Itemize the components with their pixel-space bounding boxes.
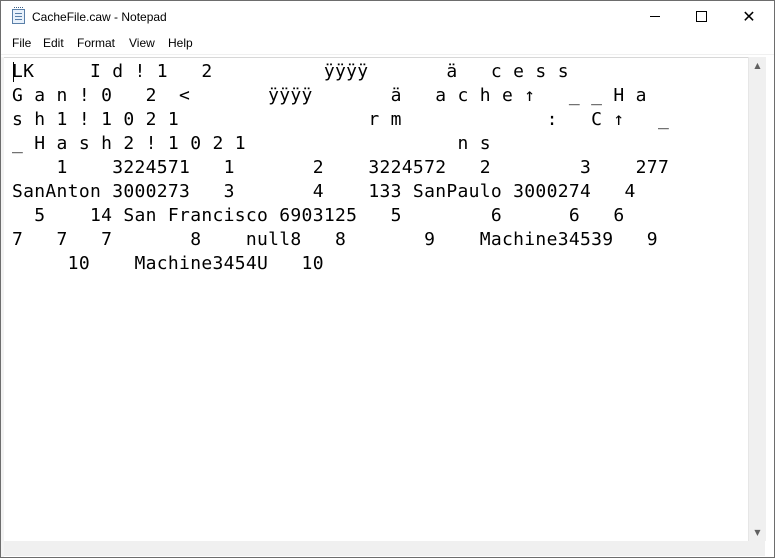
file-content[interactable]: LK I d ! 1 2 ÿÿÿÿ ä c e s s G a n ! 0 2 … [12,60,747,276]
menu-edit[interactable]: Edit [43,36,64,50]
vertical-scrollbar[interactable]: ▲ ▼ [748,57,766,541]
scroll-down-icon[interactable]: ▼ [749,524,766,541]
menu-view[interactable]: View [129,36,155,50]
window-title: CacheFile.caw - Notepad [32,10,167,24]
minimize-icon [650,16,660,17]
scroll-up-icon[interactable]: ▲ [749,57,766,74]
menu-format[interactable]: Format [77,36,115,50]
close-button[interactable]: ✕ [724,1,774,32]
text-editor-area[interactable]: LK I d ! 1 2 ÿÿÿÿ ä c e s s G a n ! 0 2 … [4,57,748,542]
minimize-button[interactable] [632,1,678,32]
maximize-button[interactable] [678,1,724,32]
menu-bar: File Edit Format View Help [1,32,774,55]
maximize-icon [695,11,707,22]
notepad-icon [12,7,25,24]
resize-grip[interactable] [748,541,765,556]
close-icon: ✕ [742,6,756,26]
menu-help[interactable]: Help [168,36,193,50]
text-caret [13,62,14,82]
title-bar[interactable]: CacheFile.caw - Notepad ✕ [1,1,774,32]
horizontal-scrollbar-area [4,541,765,556]
menu-file[interactable]: File [12,36,31,50]
notepad-window: CacheFile.caw - Notepad ✕ File Edit Form… [0,0,775,558]
